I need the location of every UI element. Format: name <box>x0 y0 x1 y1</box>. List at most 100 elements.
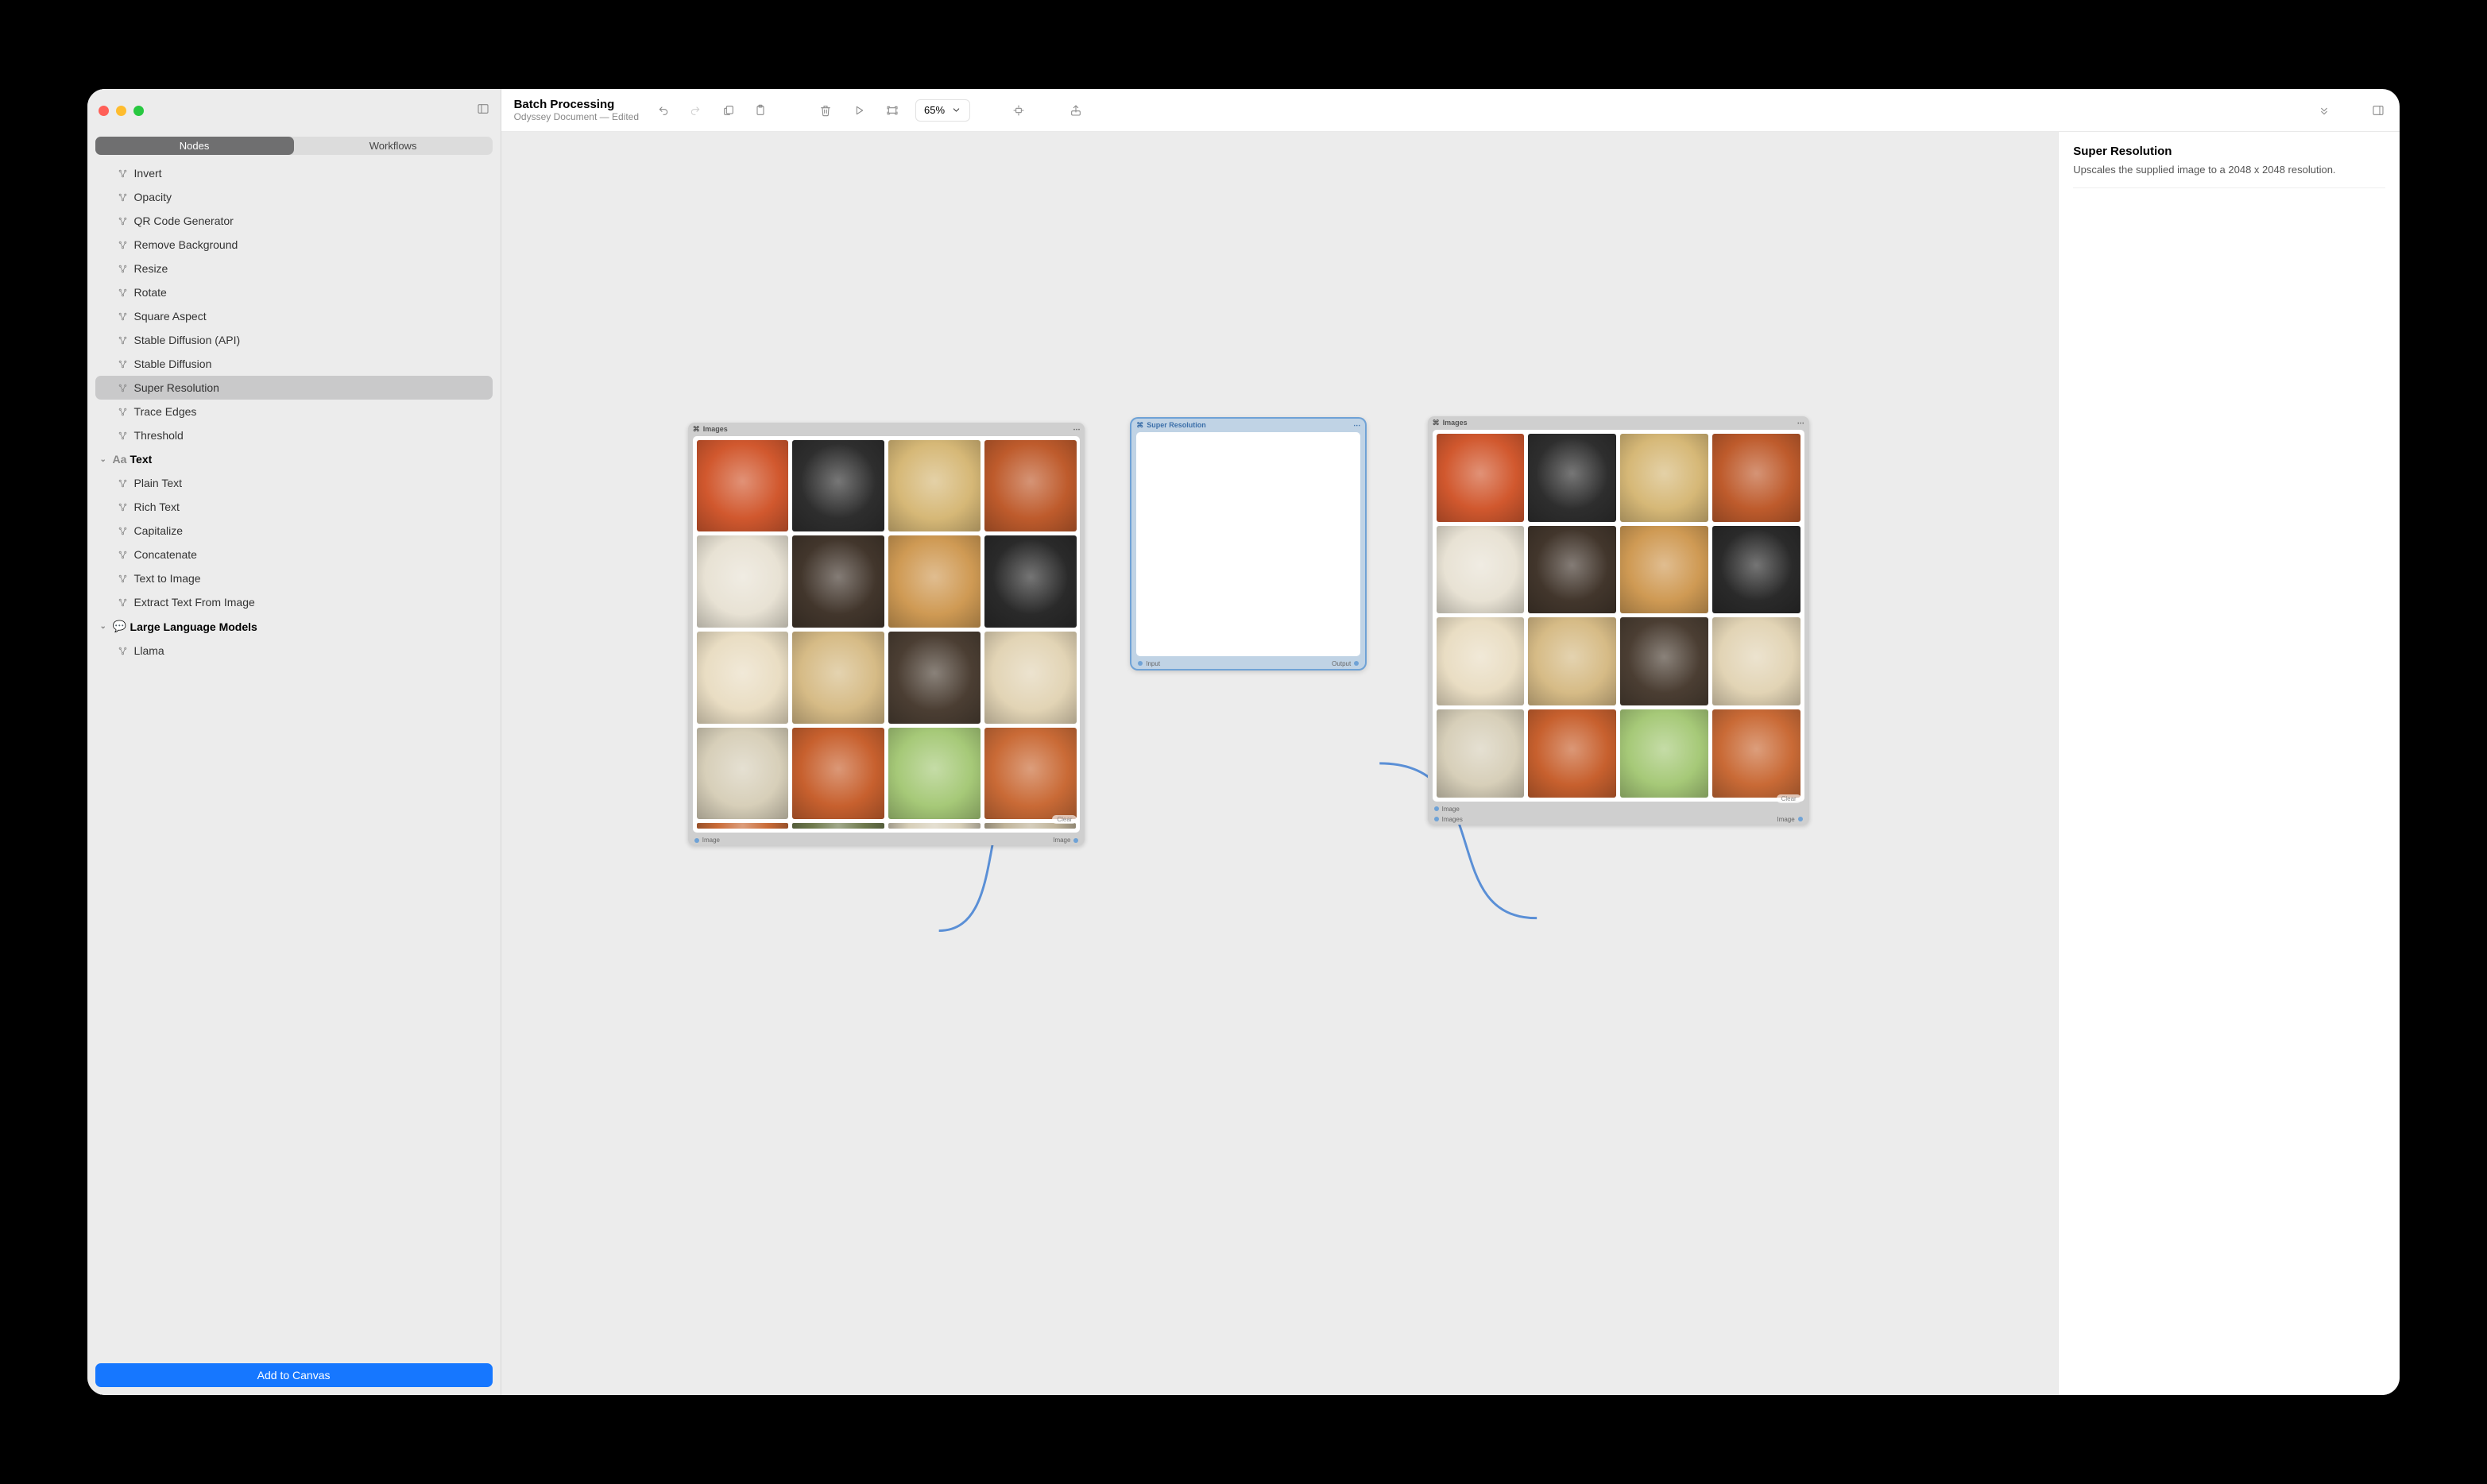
titlebar-left <box>87 89 501 132</box>
sidebar-tabs: Nodes Workflows <box>95 137 493 155</box>
node-library-item[interactable]: Concatenate <box>95 543 493 566</box>
node-title: Images <box>703 425 1070 433</box>
thumbnail <box>792 535 884 628</box>
node-menu-icon[interactable]: ⋯ <box>1353 421 1360 430</box>
thumbnail <box>1712 526 1800 614</box>
thumbnail <box>1620 617 1708 705</box>
node-item-label: Concatenate <box>134 548 197 561</box>
thumbnail <box>697 440 789 532</box>
node-library-item[interactable]: Rotate <box>95 280 493 304</box>
minimize-window-button[interactable] <box>116 106 126 116</box>
node-library-item[interactable]: Resize <box>95 257 493 280</box>
node-item-label: Square Aspect <box>134 310 207 323</box>
node-library-item[interactable]: Stable Diffusion (API) <box>95 328 493 352</box>
node-library-item[interactable]: Rich Text <box>95 495 493 519</box>
zoom-window-button[interactable] <box>133 106 144 116</box>
image-grid <box>697 440 1077 820</box>
node-library-item[interactable]: Stable Diffusion <box>95 352 493 376</box>
zoom-value: 65% <box>924 104 945 116</box>
canvas-node-images-input[interactable]: ⌘Images⋯ Clear Image Image <box>688 423 1085 846</box>
node-library-item[interactable]: Remove Background <box>95 233 493 257</box>
node-menu-icon[interactable]: ⋯ <box>1797 419 1804 427</box>
thumbnail <box>697 823 789 829</box>
chevron-down-icon: ⌄ <box>100 455 108 464</box>
thumbnail <box>1712 617 1800 705</box>
node-library-item[interactable]: Text to Image <box>95 566 493 590</box>
port-output-label: Output <box>1332 660 1351 667</box>
node-item-label: Text to Image <box>134 572 201 585</box>
node-group-header[interactable]: ⌄💬Large Language Models <box>95 614 493 639</box>
close-window-button[interactable] <box>99 106 109 116</box>
thumbnail <box>792 823 884 829</box>
node-item-label: Extract Text From Image <box>134 596 255 609</box>
node-menu-icon[interactable]: ⋯ <box>1073 425 1080 434</box>
node-item-label: Trace Edges <box>134 405 197 418</box>
undo-icon[interactable] <box>655 102 672 119</box>
thumbnail <box>697 728 789 820</box>
node-item-label: Threshold <box>134 429 184 442</box>
tab-workflows[interactable]: Workflows <box>294 137 493 155</box>
node-library-item[interactable]: Opacity <box>95 185 493 209</box>
content-row: ⌘Images⋯ Clear Image Image ⌘Super Resolu… <box>501 132 2400 1395</box>
fit-view-icon[interactable] <box>884 102 901 119</box>
node-item-label: Stable Diffusion <box>134 357 212 370</box>
node-group-header[interactable]: ⌄AaText <box>95 447 493 471</box>
add-to-canvas-button[interactable]: Add to Canvas <box>95 1363 493 1387</box>
thumbnail <box>1620 709 1708 798</box>
toolbar: Batch Processing Odyssey Document — Edit… <box>501 89 2400 132</box>
canvas-node-super-resolution[interactable]: ⌘Super Resolution⋯ Input Output <box>1131 419 1365 669</box>
thumbnail <box>888 728 980 820</box>
node-library-list: InvertOpacityQR Code GeneratorRemove Bac… <box>87 161 501 1355</box>
canvas-node-images-output[interactable]: ⌘Images⋯ Clear Image Images Image <box>1428 416 1809 825</box>
canvas[interactable]: ⌘Images⋯ Clear Image Image ⌘Super Resolu… <box>501 132 2059 1395</box>
node-library-item[interactable]: Invert <box>95 161 493 185</box>
paste-icon[interactable] <box>752 102 769 119</box>
thumbnail <box>697 632 789 724</box>
port-output-label: Image <box>1777 816 1794 823</box>
node-title: Super Resolution <box>1147 421 1350 429</box>
zoom-selector[interactable]: 65% <box>915 99 970 122</box>
node-library-item[interactable]: Llama <box>95 639 493 663</box>
delete-icon[interactable] <box>817 102 834 119</box>
node-library-item[interactable]: Extract Text From Image <box>95 590 493 614</box>
toggle-sidebar-icon[interactable] <box>477 102 489 119</box>
thumbnail <box>1437 709 1525 798</box>
node-library-item[interactable]: Plain Text <box>95 471 493 495</box>
tab-nodes[interactable]: Nodes <box>95 137 294 155</box>
thumbnail <box>792 728 884 820</box>
inspector-panel: Super Resolution Upscales the supplied i… <box>2058 132 2400 1395</box>
node-library-item[interactable]: Square Aspect <box>95 304 493 328</box>
node-library-item[interactable]: Threshold <box>95 423 493 447</box>
node-item-label: Capitalize <box>134 524 183 537</box>
node-library-item[interactable]: Super Resolution <box>95 376 493 400</box>
thumbnail <box>1437 617 1525 705</box>
thumbnail <box>1528 617 1616 705</box>
node-library-item[interactable]: Capitalize <box>95 519 493 543</box>
image-grid <box>1437 434 1800 798</box>
overflow-icon[interactable] <box>2315 102 2333 119</box>
share-icon[interactable] <box>1067 102 1085 119</box>
app-window: Nodes Workflows InvertOpacityQR Code Gen… <box>87 89 2400 1395</box>
thumbnail <box>1620 434 1708 522</box>
node-item-label: Rich Text <box>134 500 180 513</box>
clear-button[interactable]: Clear <box>1777 794 1801 803</box>
play-icon[interactable] <box>850 102 868 119</box>
thumbnail <box>1712 709 1800 798</box>
copy-icon[interactable] <box>720 102 737 119</box>
redo-icon[interactable] <box>687 102 704 119</box>
node-grip-icon: ⌘ <box>693 425 700 434</box>
thumbnail <box>1528 709 1616 798</box>
document-subtitle: Odyssey Document — Edited <box>514 111 639 122</box>
center-icon[interactable] <box>1010 102 1027 119</box>
port-input-label: Input <box>1146 660 1160 667</box>
node-item-label: Plain Text <box>134 477 182 489</box>
node-item-label: Rotate <box>134 286 167 299</box>
thumbnail <box>984 440 1077 532</box>
chevron-down-icon <box>951 105 961 115</box>
node-item-label: Llama <box>134 644 164 657</box>
clear-button[interactable]: Clear <box>1052 815 1077 824</box>
thumbnail <box>1620 526 1708 614</box>
node-library-item[interactable]: QR Code Generator <box>95 209 493 233</box>
toggle-inspector-icon[interactable] <box>2369 102 2387 119</box>
node-library-item[interactable]: Trace Edges <box>95 400 493 423</box>
